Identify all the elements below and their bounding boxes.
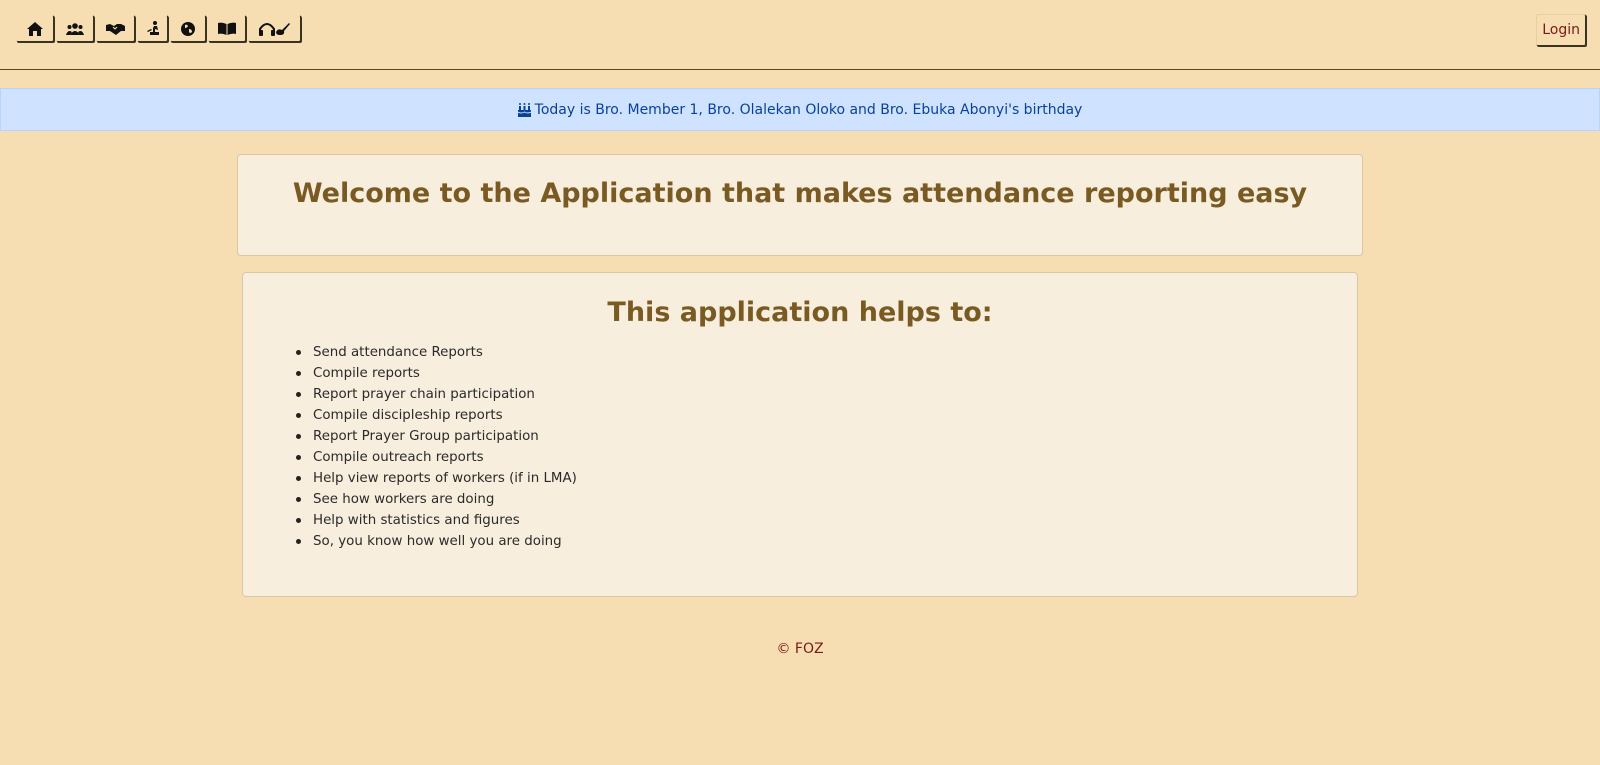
home-icon — [27, 21, 43, 36]
list-item: Send attendance Reports — [296, 342, 577, 363]
list-item: Report prayer chain participation — [296, 384, 577, 405]
list-item: Compile discipleship reports — [296, 405, 577, 426]
globe-button[interactable] — [170, 15, 206, 42]
praying-icon — [146, 21, 159, 35]
birthday-text: Today is Bro. Member 1, Bro. Olalekan Ol… — [534, 101, 1083, 118]
prayer-button[interactable] — [137, 15, 168, 42]
list-item: Report Prayer Group participation — [296, 426, 577, 447]
handshake-button[interactable] — [96, 15, 135, 42]
features-list: Send attendance Reports Compile reports … — [296, 342, 577, 552]
login-button[interactable]: Login — [1536, 14, 1586, 46]
top-navbar: Login — [0, 0, 1600, 70]
home-button[interactable] — [16, 15, 54, 42]
birthday-banner: Today is Bro. Member 1, Bro. Olalekan Ol… — [0, 88, 1600, 131]
music-button[interactable] — [248, 15, 301, 42]
book-icon — [218, 22, 236, 35]
birthday-cake-icon — [517, 102, 531, 117]
book-button[interactable] — [208, 15, 246, 42]
list-item: So, you know how well you are doing — [296, 531, 577, 552]
handshake-icon — [106, 23, 125, 35]
list-item: See how workers are doing — [296, 489, 577, 510]
footer-copyright: © FOZ — [776, 641, 824, 657]
welcome-title: Welcome to the Application that makes at… — [292, 178, 1308, 209]
list-item: Help with statistics and figures — [296, 510, 577, 531]
list-item: Compile outreach reports — [296, 447, 577, 468]
list-item: Help view reports of workers (if in LMA) — [296, 468, 577, 489]
features-title: This application helps to: — [607, 297, 993, 328]
users-icon — [66, 22, 84, 35]
list-item: Compile reports — [296, 363, 577, 384]
globe-icon — [181, 21, 195, 36]
nav-icon-group — [16, 15, 301, 42]
users-button[interactable] — [56, 15, 94, 42]
headphones-guitar-icon — [258, 22, 290, 36]
